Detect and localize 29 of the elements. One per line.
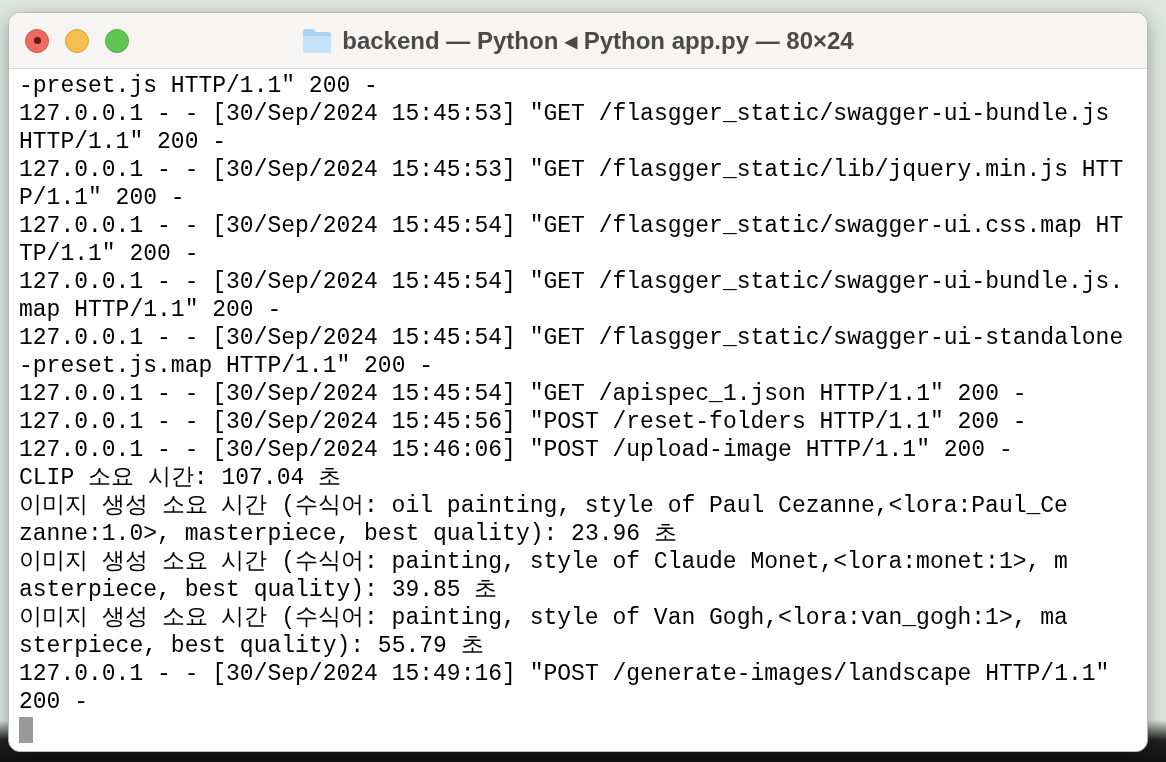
terminal-line: HTTP/1.1" 200 -: [19, 128, 227, 156]
terminal-line: P/1.1" 200 -: [19, 184, 185, 212]
terminal-line: zanne:1.0>, masterpiece, best quality): 23.96 초: [19, 520, 677, 548]
terminal-line: 127.0.0.1 - - [30/Sep/2024 15:45:54] "GET /flasgger_static/swagger-ui-bundle.js.: [19, 268, 1124, 296]
terminal-line: CLIP 소요 시간: 107.04 초: [19, 464, 342, 492]
terminal-line: 이미지 생성 소요 시간 (수식어: painting, style of Van Gogh,<lora:van_gogh:1>, ma: [19, 604, 1068, 632]
terminal-line: 127.0.0.1 - - [30/Sep/2024 15:45:56] "POST /reset-folders HTTP/1.1" 200 -: [19, 408, 1027, 436]
text-cursor: [19, 717, 33, 743]
terminal-line: -preset.js.map HTTP/1.1" 200 -: [19, 352, 434, 380]
terminal-line: 127.0.0.1 - - [30/Sep/2024 15:45:53] "GET /flasgger_static/lib/jquery.min.js HTT: [19, 156, 1124, 184]
terminal-line: -preset.js HTTP/1.1" 200 -: [19, 72, 378, 100]
terminal-line: TP/1.1" 200 -: [19, 240, 199, 268]
terminal-line: 127.0.0.1 - - [30/Sep/2024 15:45:54] "GET /flasgger_static/swagger-ui.css.map HT: [19, 212, 1124, 240]
close-button[interactable]: [25, 28, 49, 53]
zoom-button[interactable]: [105, 28, 129, 53]
folder-icon: [302, 27, 333, 54]
terminal-line: 이미지 생성 소요 시간 (수식어: painting, style of Claude Monet,<lora:monet:1>, m: [19, 548, 1068, 576]
terminal-line: 이미지 생성 소요 시간 (수식어: oil painting, style of Paul Cezanne,<lora:Paul_Ce: [19, 492, 1068, 520]
terminal-line: 127.0.0.1 - - [30/Sep/2024 15:49:16] "POST /generate-images/landscape HTTP/1.1": [19, 660, 1110, 688]
terminal-line: sterpiece, best quality): 55.79 초: [19, 632, 484, 660]
terminal-line: 127.0.0.1 - - [30/Sep/2024 15:45:54] "GET /apispec_1.json HTTP/1.1" 200 -: [19, 380, 1027, 408]
terminal-line: 127.0.0.1 - - [30/Sep/2024 15:45:54] "GET /flasgger_static/swagger-ui-standalone: [19, 324, 1124, 352]
terminal-line: 127.0.0.1 - - [30/Sep/2024 15:45:53] "GET /flasgger_static/swagger-ui-bundle.js: [19, 100, 1110, 128]
terminal-line: map HTTP/1.1" 200 -: [19, 296, 282, 324]
terminal-line: asterpiece, best quality): 39.85 초: [19, 576, 498, 604]
terminal-line: 127.0.0.1 - - [30/Sep/2024 15:46:06] "POST /upload-image HTTP/1.1" 200 -: [19, 436, 1013, 464]
terminal-line: 200 -: [19, 688, 88, 716]
minimize-button[interactable]: [65, 28, 89, 53]
window-title: backend — Python ◂ Python app.py — 80×24: [342, 26, 854, 55]
